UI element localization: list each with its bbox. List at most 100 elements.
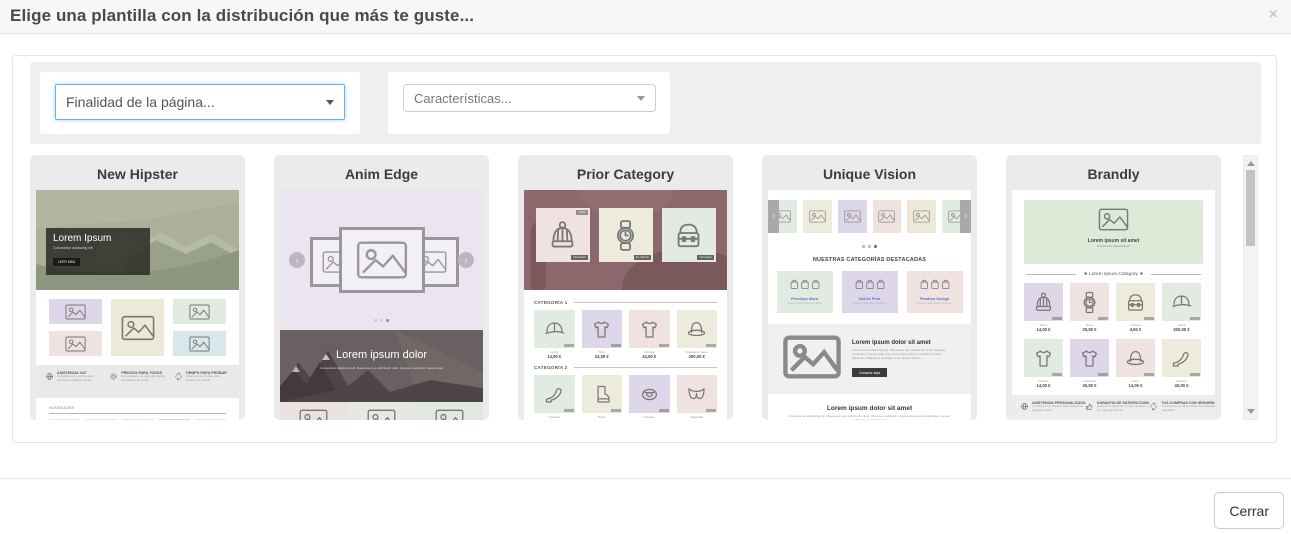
hero-product: En Oferta [598,208,653,262]
category-label: CATEGORÍA 1 [534,300,568,305]
category-line: Lorem ipsum dolor sit amet [852,301,887,305]
product-tile [85,419,117,420]
image-tile [49,331,102,356]
product-item: Shirt 24,00 € [581,310,622,359]
template-preview: ‹ › NUESTRAS CATEGORÍAS DESTACADAS Penel… [768,190,971,420]
refresh-icon [1149,402,1158,411]
buy-button: Comprar aquí [852,368,888,377]
hero-title: Lorem ipsum dolor [335,349,428,361]
product-price: 200,00 € [688,354,705,359]
template-card-new-hipster[interactable]: New Hipster Lorem Ipsum Consectetur adip… [30,155,245,420]
tile-carousel: ‹ › [768,197,971,241]
shopping-bags-icon [855,277,885,290]
discount-badge: -20% [576,210,588,215]
product-price: 24,00 € [582,419,623,420]
image-placeholder-icon [878,210,895,223]
thumbs-up-icon [1085,402,1094,411]
features-select-value: Características... [414,90,512,106]
image-tile [837,200,867,233]
hero-product-row: -20% Novedad En Oferta Novedad [524,208,727,262]
category-line: Lorem ipsum dolor sit amet [917,301,952,305]
filter-bar: Finalidad de la página... Característica… [30,62,1261,144]
carousel-dots [768,245,971,248]
image-placeholder-icon [913,210,930,223]
category-line: Lorem ipsum dolor sit amet [787,301,822,305]
ribbon-label: Novedad [571,255,588,260]
image-placeholder-icon [809,210,826,223]
divider [1026,274,1077,275]
image-placeholder-icon [367,409,396,420]
category-card: NoLiet Pera Lorem ipsum dolor sit amet [841,271,898,313]
feature-paragraph: Consectetur adipiscing elit. Maecenas ne… [852,347,946,361]
hat-icon [1124,347,1147,370]
template-preview: -20% Novedad En Oferta Novedad CATEGORÍA… [524,190,727,420]
satchel-icon [672,219,705,252]
template-name: New Hipster [97,166,178,182]
product-tile [158,419,190,420]
feature-desc: Encontrarás una gran alternativa en rela… [121,375,165,382]
feature-item: GARANTÍA DE SATISFACCIÓN Queremos ofrece… [1085,401,1149,413]
product-price: 42,00 € [642,354,657,359]
purpose-select[interactable]: Finalidad de la página... [55,84,345,120]
heel-shoe-icon [1170,347,1193,370]
template-card-brandly[interactable]: Brandly Lorem ipsum sit amet Consectetur… [1006,155,1221,420]
template-card-prior-category[interactable]: Prior Category -20% Novedad En Oferta No… [518,155,733,420]
column-item: Lorem ipsum sit amet Consectetur adipisc… [280,402,348,420]
image-placeholder-icon [356,240,408,280]
category-card: Penelope Mora Lorem ipsum dolor sit amet [776,271,833,313]
category-body: CATEGORÍA 1 Gorra 14,00 € Shirt 24,00 € [524,290,727,420]
product-item: Camiseta 40,00 € [1070,339,1109,388]
divider [573,367,717,368]
preview-hero: Lorem ipsum sit amet Consectetur adipisc… [1024,200,1203,264]
image-placeholder-icon [1098,208,1129,231]
carousel-dots [280,319,483,322]
modal-header: Elige una plantilla con la distribución … [0,0,1291,34]
scrollbar-thumb[interactable] [1246,170,1255,246]
globe-icon [1020,402,1029,411]
template-preview: ‹ › Lorem ipsum dolor Consectetur adipis… [280,190,483,420]
hero-product: -20% Novedad [535,208,590,262]
scroll-up-arrow[interactable] [1247,161,1255,166]
product-price: 40,00 € [1174,383,1189,388]
hero-subtitle: Consectetur adipiscing elit [53,246,93,250]
product-item: Sujetador 200,00 € [676,375,717,420]
gallery-scrollbar[interactable] [1243,155,1258,420]
shopping-bags-icon [920,277,950,290]
tile-column [49,299,102,356]
product-price: 40,00 € [1082,383,1097,388]
cap-icon [543,318,566,341]
image-tile [173,299,226,324]
image-placeholder-icon [121,315,155,341]
features-select[interactable]: Características... [403,84,656,112]
template-card-unique-vision[interactable]: Unique Vision ‹ › NUESTRAS CATEGORÍAS DE… [762,155,977,420]
section-heading: NUESTRAS CATEGORÍAS DESTACADAS [812,257,927,263]
image-placeholder-icon [844,210,861,223]
product-item: Gorro 14,00 € [1024,283,1063,332]
image-tile [802,200,832,233]
hero-title: Lorem Ipsum [53,233,112,244]
dot-active [874,245,877,248]
image-placeholder-icon [299,409,328,420]
heel-shoe-icon [543,383,566,406]
image-placeholder-icon [65,304,86,320]
shirt-icon [1078,347,1101,370]
template-card-anim-edge[interactable]: Anim Edge ‹ › Lorem ipsum dolor Consecte… [274,155,489,420]
features-strip: ASISTENCIA PERSONALIZADA Contacta con no… [1012,395,1215,420]
carousel-slide [339,227,425,293]
product-item: Tacones 14,00 € [534,375,575,420]
dot [868,245,871,248]
divider [1150,274,1201,275]
product-grid: Gorro 14,00 € Reloj 20,00 € Cartera 4,50… [1012,277,1215,388]
carousel-strip [768,197,971,233]
hat-icon [685,318,708,341]
close-icon[interactable]: × [1269,6,1278,24]
product-price: 4,50 € [1129,327,1142,332]
hero-button: Leer más [53,258,81,266]
close-button[interactable]: Cerrar [1214,492,1284,529]
image-placeholder-icon [189,304,210,320]
scroll-down-arrow[interactable] [1247,409,1255,414]
product-price: 14,00 € [1036,327,1051,332]
hero-subtitle: Consectetur adipiscing elit. Maecenas ne… [320,366,443,370]
cap-icon [1170,291,1193,314]
product-price: 20,00 € [1082,327,1097,332]
